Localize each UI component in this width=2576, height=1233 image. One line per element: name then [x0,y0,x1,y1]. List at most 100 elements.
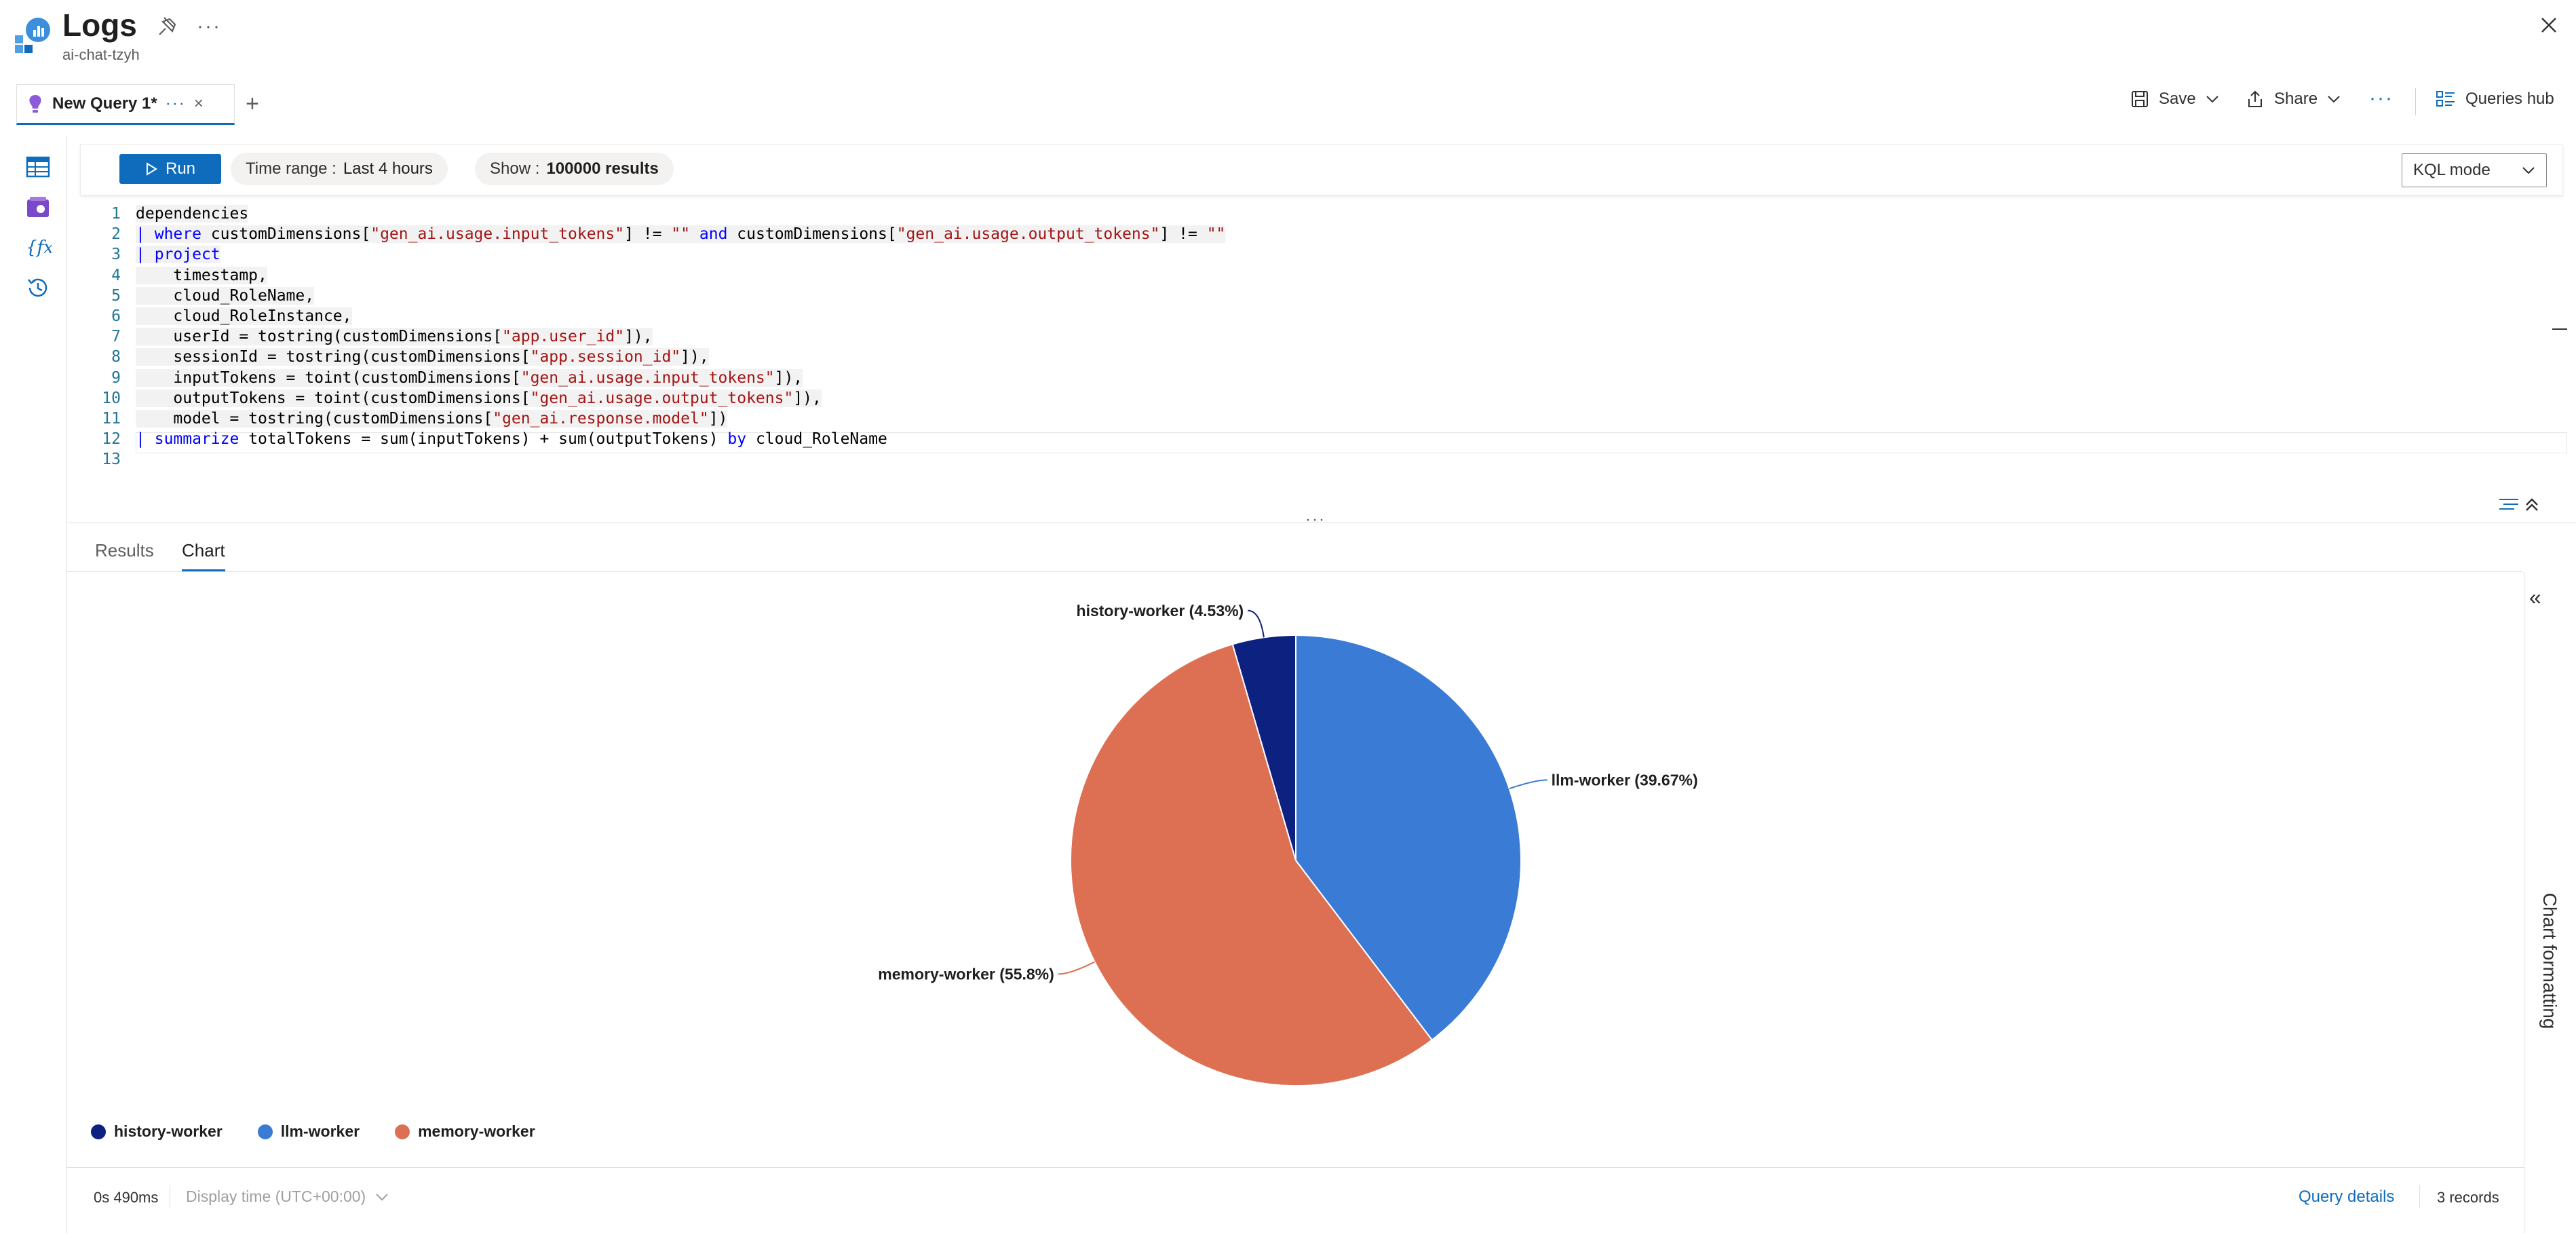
legend-item[interactable]: llm-worker [257,1122,360,1141]
page-subtitle: ai-chat-tzyh [62,46,140,63]
kql-mode-value: KQL mode [2413,161,2491,179]
legend-dot [91,1124,106,1139]
leader-line-memory-worker [1058,961,1095,975]
time-range-value: Last 4 hours [343,159,433,178]
tab-results[interactable]: Results [95,540,154,561]
queries-hub-icon [2436,90,2456,109]
editor-line: 4 timestamp, [80,265,2563,286]
line-number: 8 [111,348,121,366]
lightbulb-icon [26,94,44,114]
save-icon [2130,90,2149,109]
tab-label: New Query 1* [52,94,157,113]
queries-hub-label: Queries hub [2465,90,2554,108]
legend-dot [395,1124,410,1139]
editor-line: 1 dependencies [80,204,2563,224]
functions-icon[interactable]: {fx} [24,233,52,261]
editor-line: 11 model = tostring(customDimensions["ge… [80,409,2563,429]
editor-line: 8 sessionId = tostring(customDimensions[… [80,347,2563,367]
slice-label: history-worker (4.53%) [1077,602,1244,620]
legend-dot [257,1124,273,1139]
record-count: 3 records [2437,1189,2499,1206]
line-number: 9 [111,368,121,387]
save-label: Save [2159,90,2196,108]
logs-app-icon [12,15,52,54]
tab-close-button[interactable]: × [194,94,204,113]
editor-line: 6 cloud_RoleInstance, [80,306,2563,326]
line-number: 12 [102,430,121,449]
chart-formatting-label[interactable]: Chart formatting [2539,886,2560,1036]
expand-panel-button[interactable]: « [2529,585,2541,610]
display-time-select[interactable]: Display time (UTC+00:00) [186,1188,389,1206]
toolbar-more-button[interactable]: ··· [2369,87,2394,110]
query-history-icon[interactable] [24,274,52,301]
legend-label: history-worker [114,1122,223,1140]
line-number: 7 [111,328,121,346]
editor-scroll-marker [2552,328,2567,330]
close-icon[interactable] [2537,14,2560,37]
pane-splitter[interactable]: ··· [1305,510,1326,529]
header-more-button[interactable]: ··· [197,15,221,38]
chevron-down-icon [375,1193,389,1201]
play-icon [145,162,157,176]
page-title: Logs [62,7,137,43]
legend-label: memory-worker [418,1122,535,1140]
format-query-icon[interactable] [2497,493,2544,516]
editor-line: 12 | summarize totalTokens = sum(inputTok… [80,429,2563,449]
share-button[interactable]: Share [2246,90,2341,109]
tab-chart[interactable]: Chart [182,540,225,571]
legend-item[interactable]: history-worker [91,1122,223,1141]
chevron-down-icon [2327,95,2341,103]
show-value: 100000 results [546,159,659,178]
svg-text:{fx}: {fx} [26,238,52,258]
tab-new-query[interactable]: New Query 1* ··· × [16,84,235,125]
chevron-down-icon [2206,95,2219,103]
line-number: 11 [102,409,121,428]
editor-line: 13 [80,449,2563,470]
chevron-down-icon [2522,166,2535,174]
line-number: 6 [111,307,121,326]
leader-line-history-worker [1248,609,1265,638]
show-label: Show : [490,159,540,178]
run-button[interactable]: Run [119,154,221,184]
line-number: 3 [111,246,121,264]
line-number: 4 [111,266,121,284]
slice-label: memory-worker (55.8%) [878,965,1054,983]
toolbar-separator [2415,88,2416,115]
run-label: Run [165,159,196,178]
editor-line: 7 userId = tostring(customDimensions["ap… [80,326,2563,347]
legend-item[interactable]: memory-worker [395,1122,535,1141]
queries-icon[interactable] [24,194,52,221]
kql-mode-select[interactable]: KQL mode [2402,153,2547,187]
time-range-label: Time range : [246,159,337,178]
chart-legend: history-worker llm-worker memory-worker [91,1122,535,1141]
line-number: 10 [102,389,121,407]
editor-line: 9 inputTokens = toint(customDimensions["… [80,368,2563,388]
tab-more-button[interactable]: ··· [166,94,186,113]
save-button[interactable]: Save [2130,90,2219,109]
time-range-picker[interactable]: Time range : Last 4 hours [231,153,448,185]
display-time-label: Display time (UTC+00:00) [186,1188,366,1205]
add-tab-button[interactable]: + [246,91,259,117]
share-label: Share [2274,90,2318,108]
share-icon [2246,90,2265,109]
leader-line-llm-worker [1509,779,1547,790]
pin-icon[interactable] [156,15,179,38]
line-number: 1 [111,205,121,223]
queries-hub-button[interactable]: Queries hub [2436,90,2554,109]
result-limit-picker[interactable]: Show : 100000 results [475,153,674,185]
tables-icon[interactable] [24,153,52,181]
editor-line: 2 | where customDimensions["gen_ai.usage.… [80,224,2563,244]
editor-line: 3 | project [80,244,2563,265]
editor-line: 5 cloud_RoleName, [80,286,2563,306]
query-editor[interactable]: 1 dependencies 2 | where customDimensions[… [80,204,2563,468]
query-toolbar [80,144,2563,195]
line-number: 13 [102,451,121,469]
execution-time: 0s 490ms [94,1189,159,1206]
editor-line: 10 outputTokens = toint(customDimensions… [80,388,2563,409]
legend-label: llm-worker [280,1122,360,1140]
footer-divider [66,1167,2524,1168]
line-number: 5 [111,286,121,305]
slice-label: llm-worker (39.67%) [1552,771,1698,789]
query-details-link[interactable]: Query details [2299,1188,2394,1207]
line-number: 2 [111,225,121,244]
